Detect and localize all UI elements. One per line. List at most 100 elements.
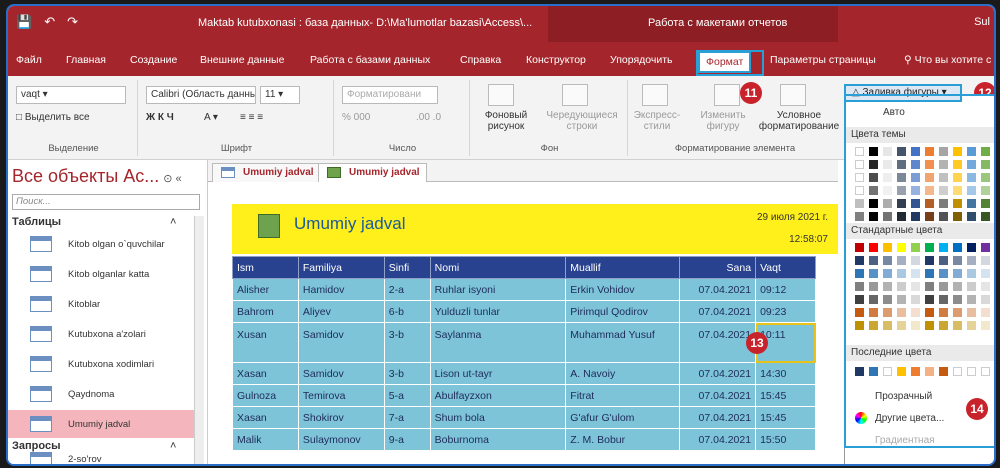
redo-icon[interactable]: ↷	[67, 14, 78, 30]
nav-item-query[interactable]: 2-so'rov	[8, 450, 196, 464]
quick-styles-button[interactable]: Экспресс-стили	[632, 110, 682, 132]
nav-item-table[interactable]: Kitob olganlar katta	[8, 260, 196, 288]
table-cell[interactable]: Sulaymonov	[297, 428, 385, 451]
select-all-button[interactable]: □ Выделить все	[16, 112, 90, 123]
change-shape-button[interactable]: Изменить фигуру	[690, 110, 756, 132]
table-cell[interactable]: Bahrom	[232, 300, 299, 323]
background-image-icon[interactable]	[488, 84, 514, 106]
font-size-combo[interactable]: 11 ▾	[260, 86, 300, 104]
decimal-buttons[interactable]: .00 .0	[416, 112, 441, 123]
font-color-button[interactable]: A ▾	[204, 112, 218, 123]
tab-file[interactable]: Файл	[16, 54, 42, 66]
tab-design[interactable]: Конструктор	[526, 54, 586, 66]
table-cell[interactable]: Yulduzli tunlar	[429, 300, 567, 323]
quick-styles-icon[interactable]	[642, 84, 668, 106]
table-cell[interactable]: Boburnoma	[429, 428, 567, 451]
nav-item-table[interactable]: Qaydnoma	[8, 380, 196, 408]
table-cell[interactable]: Z. M. Bobur	[565, 428, 681, 451]
table-cell[interactable]: Erkin Vohidov	[565, 278, 681, 301]
nav-item-table[interactable]: Kutubxona xodimlari	[8, 350, 196, 378]
table-cell[interactable]: Fitrat	[565, 384, 681, 407]
table-cell[interactable]: Shokirov	[297, 406, 385, 429]
collapse-icon[interactable]: ˄	[170, 216, 176, 228]
report-title[interactable]: Umumiy jadval	[294, 214, 405, 234]
tab-home[interactable]: Главная	[66, 54, 106, 66]
table-cell[interactable]: Xasan	[232, 406, 299, 429]
table-cell[interactable]: Abulfayzxon	[429, 384, 567, 407]
table-cell[interactable]: 3-b	[383, 322, 431, 363]
table-cell[interactable]: 09:23	[755, 300, 816, 323]
conditional-format-button[interactable]: Условное форматирование	[758, 110, 840, 132]
table-cell[interactable]: 6-b	[383, 300, 431, 323]
tab-help[interactable]: Справка	[460, 54, 501, 66]
selection-combo[interactable]: vaqt ▾	[16, 86, 126, 104]
doc-tab-report[interactable]: Umumiy jadval	[318, 163, 427, 182]
nav-collapse-icon[interactable]: ⊙ «	[163, 173, 181, 185]
tell-me-box[interactable]: ⚲ Что вы хотите с	[904, 54, 991, 66]
column-header[interactable]: Familiya	[297, 256, 385, 279]
table-cell[interactable]: 07.04.2021	[679, 428, 757, 451]
tab-page-setup[interactable]: Параметры страницы	[770, 54, 876, 66]
column-header[interactable]: Muallif	[565, 256, 681, 279]
table-cell[interactable]: 07.04.2021	[679, 406, 757, 429]
table-cell[interactable]: 07.04.2021	[679, 300, 757, 323]
align-buttons[interactable]: ≡ ≡ ≡	[240, 112, 263, 123]
nav-item-table[interactable]: Kitob olgan o`quvchilar	[8, 230, 196, 258]
number-format-buttons[interactable]: % 000	[342, 112, 370, 123]
nav-pane-title[interactable]: Все объекты Ac... ⊙ «	[12, 166, 182, 187]
tab-external-data[interactable]: Внешние данные	[200, 54, 284, 66]
table-cell[interactable]: 07.04.2021	[679, 278, 757, 301]
column-header[interactable]: Vaqt	[755, 256, 816, 279]
table-cell[interactable]: Temirova	[297, 384, 385, 407]
table-cell[interactable]: 15:45	[755, 384, 816, 407]
table-cell[interactable]: Xasan	[232, 362, 299, 385]
nav-item-table-selected[interactable]: Umumiy jadval	[8, 410, 196, 438]
table-cell[interactable]: A. Navoiy	[565, 362, 681, 385]
undo-icon[interactable]: ↶	[44, 14, 55, 30]
column-header[interactable]: Nomi	[429, 256, 567, 279]
change-shape-icon[interactable]	[714, 84, 740, 106]
nav-section-tables[interactable]: Таблицы ˄	[12, 216, 176, 228]
nav-item-table[interactable]: Kitoblar	[8, 290, 196, 318]
table-cell[interactable]: 14:30	[755, 362, 816, 385]
nav-scrollbar[interactable]	[194, 216, 204, 464]
table-cell[interactable]: 07.04.2021	[679, 322, 757, 363]
report-header[interactable]: Umumiy jadval 29 июля 2021 г. 12:58:07	[232, 204, 838, 254]
tab-database-tools[interactable]: Работа с базами данных	[310, 54, 430, 66]
table-cell[interactable]: 15:50	[755, 428, 816, 451]
table-cell[interactable]: Xusan	[232, 322, 299, 363]
table-cell[interactable]: G'afur G'ulom	[565, 406, 681, 429]
column-header[interactable]: Sana	[679, 256, 757, 279]
conditional-format-icon[interactable]	[780, 84, 806, 106]
table-cell[interactable]: Hamidov	[297, 278, 385, 301]
table-cell[interactable]: Lison ut-tayr	[429, 362, 567, 385]
tab-arrange[interactable]: Упорядочить	[610, 54, 672, 66]
table-cell[interactable]: Ruhlar isyoni	[429, 278, 567, 301]
table-cell[interactable]: 2-a	[383, 278, 431, 301]
column-header[interactable]: Ism	[232, 256, 299, 279]
table-cell[interactable]: Samidov	[297, 322, 385, 363]
table-cell[interactable]: Pirimqul Qodirov	[565, 300, 681, 323]
nav-search-input[interactable]: Поиск...	[12, 194, 200, 210]
table-cell[interactable]: 9-a	[383, 428, 431, 451]
table-cell[interactable]: 5-a	[383, 384, 431, 407]
save-icon[interactable]: 💾	[16, 14, 32, 30]
doc-tab-table[interactable]: Umumiy jadval	[212, 163, 321, 182]
table-cell[interactable]: 3-b	[383, 362, 431, 385]
report-time[interactable]: 12:58:07	[789, 234, 828, 245]
table-cell[interactable]: 15:45	[755, 406, 816, 429]
table-cell[interactable]: Saylanma	[429, 322, 567, 363]
report-date[interactable]: 29 июля 2021 г.	[757, 212, 828, 223]
table-cell[interactable]: Gulnoza	[232, 384, 299, 407]
table-cell[interactable]: Aliyev	[297, 300, 385, 323]
table-cell[interactable]: Alisher	[232, 278, 299, 301]
nav-item-table[interactable]: Kutubxona a'zolari	[8, 320, 196, 348]
table-cell[interactable]: 07.04.2021	[679, 384, 757, 407]
table-cell[interactable]: 07.04.2021	[679, 362, 757, 385]
background-image-button[interactable]: Фоновый рисунок	[476, 110, 536, 132]
column-header[interactable]: Sinfi	[383, 256, 431, 279]
table-cell[interactable]: 09:12	[755, 278, 816, 301]
format-combo[interactable]: Форматировани	[342, 86, 438, 104]
alternate-row-icon[interactable]	[562, 84, 588, 106]
alternate-rows-button[interactable]: Чередующиеся строки	[542, 110, 622, 132]
